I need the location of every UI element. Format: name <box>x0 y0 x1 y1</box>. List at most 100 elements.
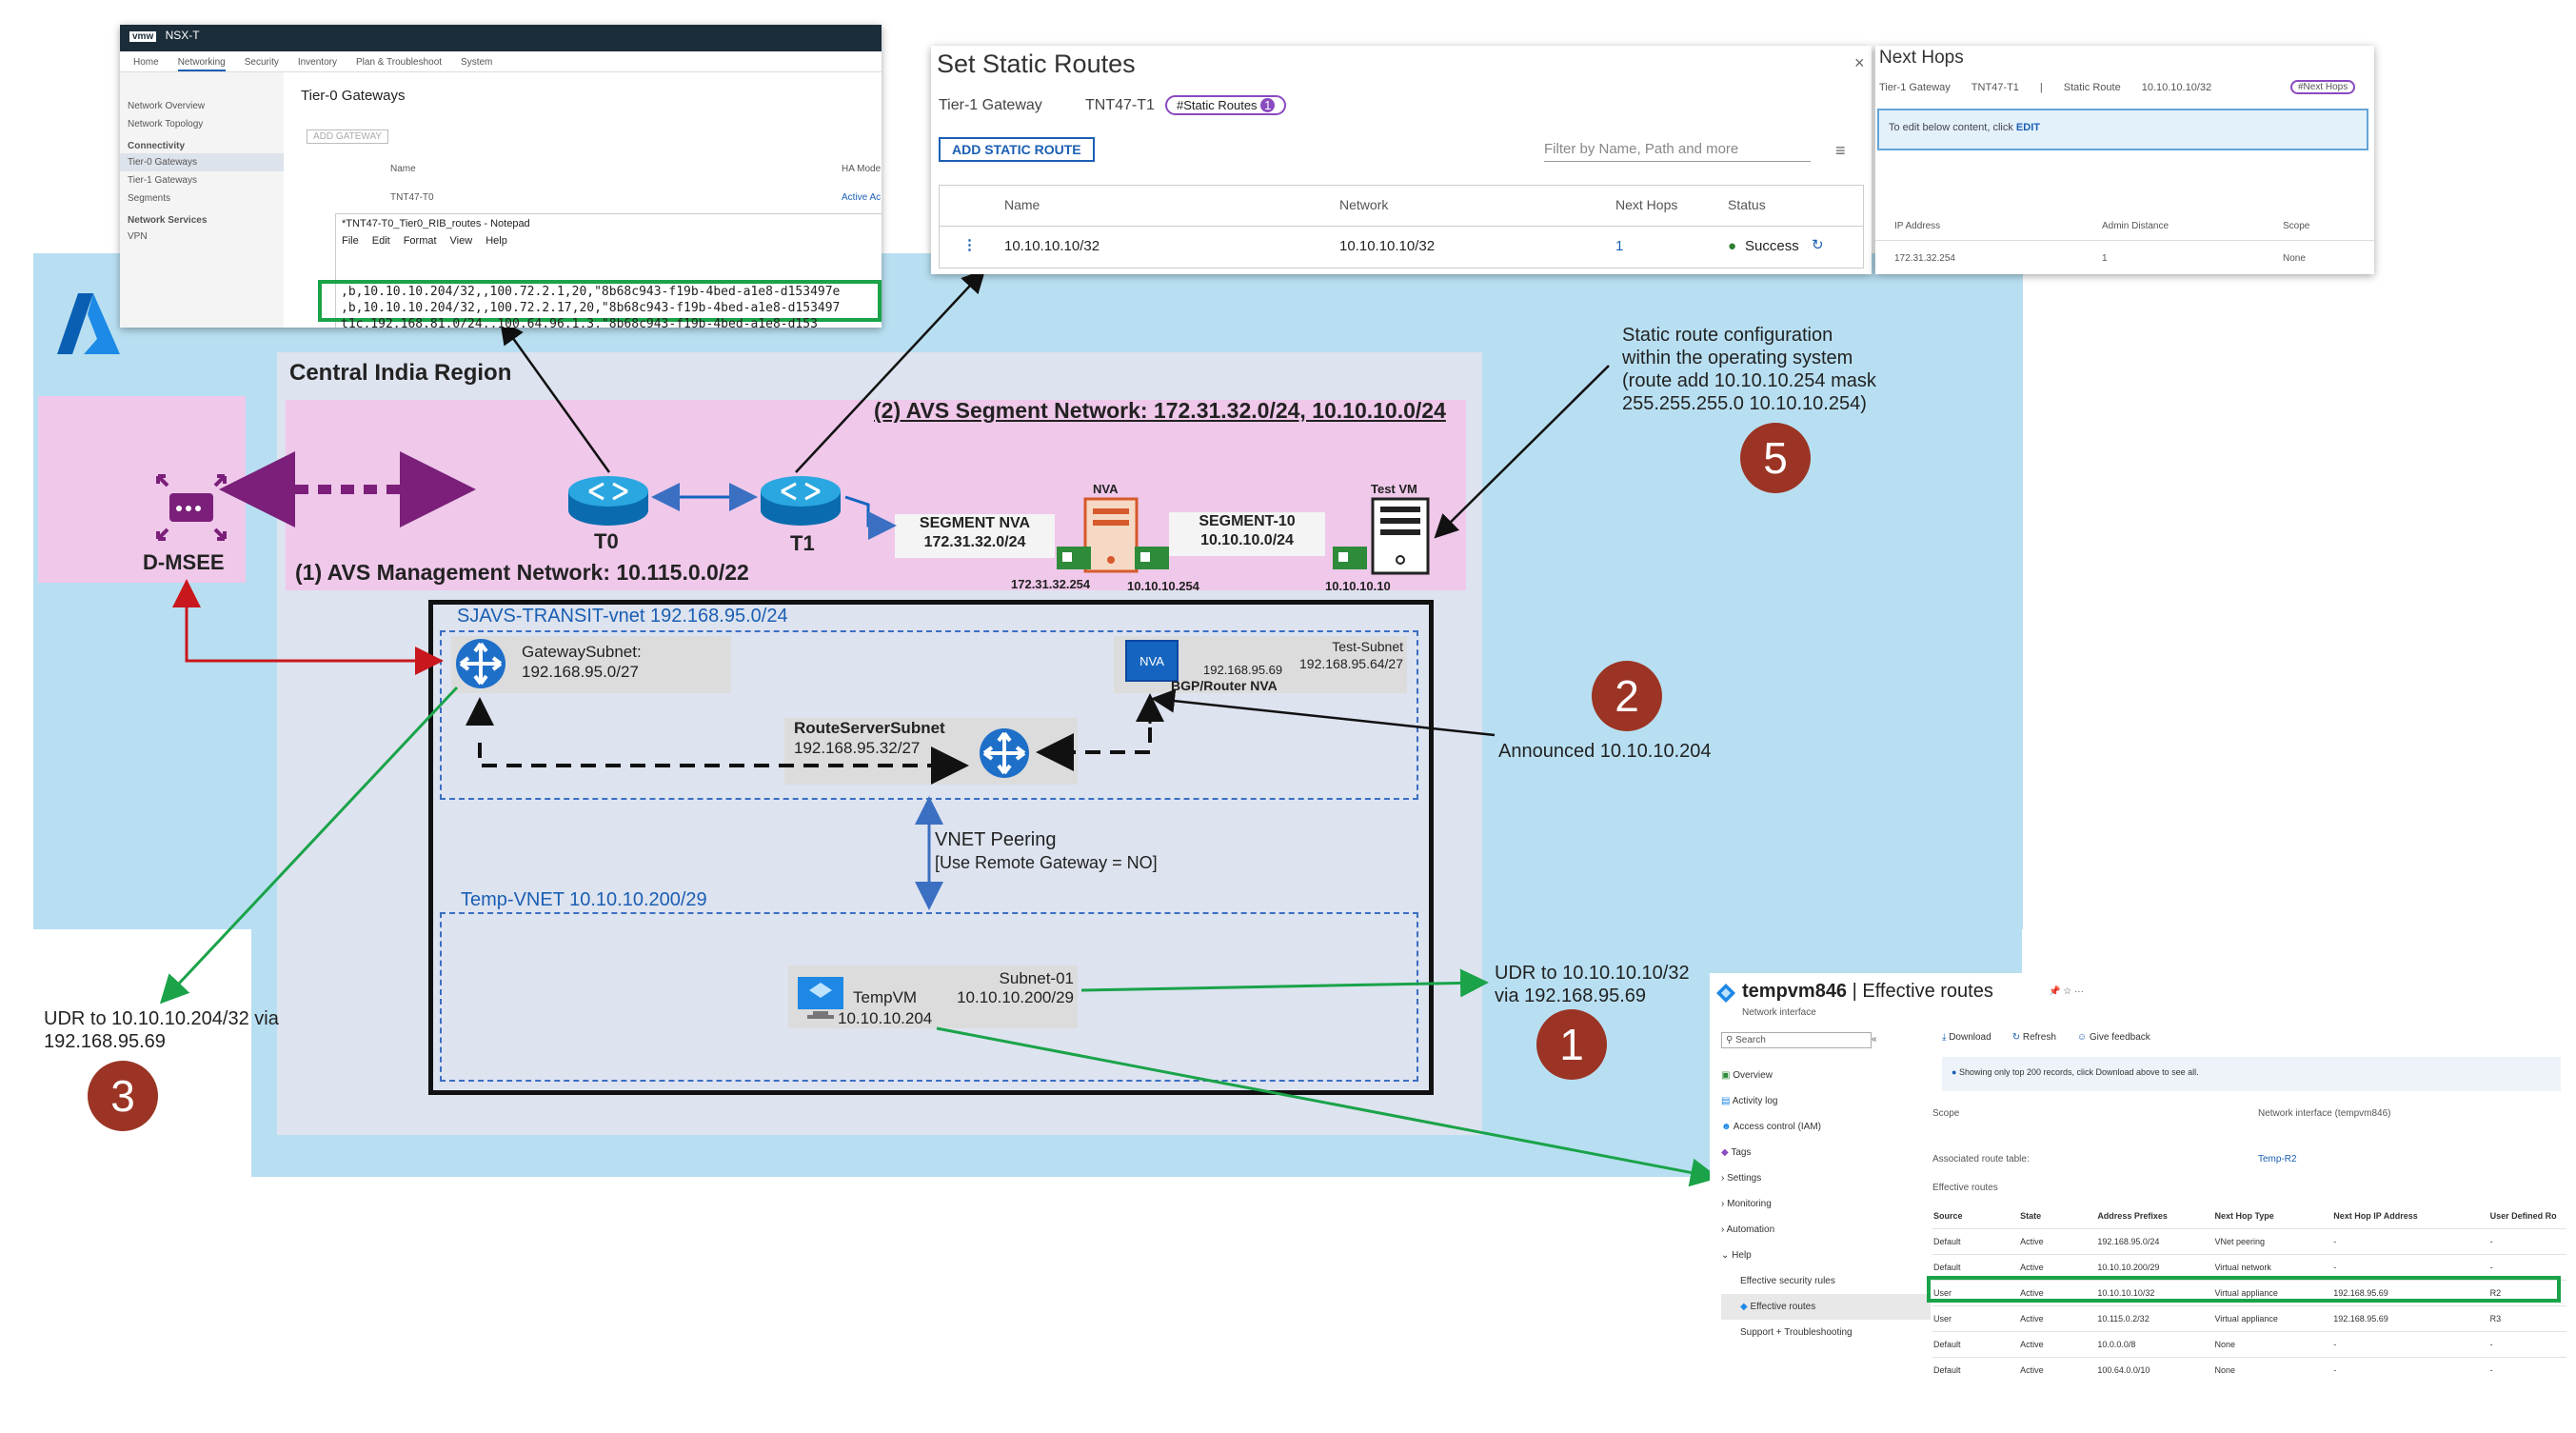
pin-icon[interactable]: 📌 ☆ ··· <box>2049 986 2084 997</box>
t1-label: T1 <box>790 531 815 555</box>
udr3-line2: 192.168.95.69 <box>44 1031 166 1052</box>
filter-input[interactable]: Filter by Name, Path and more <box>1544 137 1811 162</box>
table-cell: Default <box>1933 1365 1961 1376</box>
assoc-label: Associated route table: <box>1932 1154 2030 1164</box>
close-icon[interactable]: × <box>1854 53 1865 73</box>
nsx-brand: NSX-T <box>165 29 200 42</box>
effective-title-nic: tempvm846 <box>1742 981 1848 1002</box>
refresh-button[interactable]: ↻ Refresh <box>2012 1032 2056 1043</box>
table-cell: Default <box>1933 1237 1961 1246</box>
nh-bc-gateway-value: TNT47-T1 <box>1971 82 2019 93</box>
eff-col-prefix[interactable]: Address Prefixes <box>2096 1204 2213 1229</box>
col-status: Status <box>1728 197 1766 212</box>
assoc-value[interactable]: Temp-R2 <box>2258 1154 2297 1164</box>
table-cell: R3 <box>2489 1314 2502 1324</box>
table-row: Default Active 100.64.0.0/10 None - - <box>1932 1357 2566 1380</box>
nav-overview[interactable]: ▣ Overview <box>1721 1063 1931 1088</box>
nsx-nav-topology[interactable]: Network Topology <box>120 115 284 133</box>
ip-10-254: 10.10.10.254 <box>1127 579 1199 593</box>
notepad-menu-file[interactable]: File <box>342 235 359 247</box>
subnet01-name: Subnet-01 <box>999 969 1074 987</box>
segment-nva-box: SEGMENT NVA 172.31.32.0/24 <box>895 514 1055 558</box>
vnet-peering-note: [Use Remote Gateway = NO] <box>935 853 1158 872</box>
nva-vm-icon: NVA <box>1125 640 1179 682</box>
ip-172-254: 172.31.32.254 <box>1011 577 1091 591</box>
notepad-menu-edit[interactable]: Edit <box>372 235 390 247</box>
avs-segment-title: (2) AVS Segment Network: 172.31.32.0/24,… <box>874 398 1446 423</box>
table-cell: 192.168.95.0/24 <box>2097 1237 2160 1246</box>
effective-nav: ▣ Overview ▤ Activity log ☻ Access contr… <box>1721 1063 1931 1345</box>
nsx-nav-segments[interactable]: Segments <box>120 189 284 208</box>
table-cell: - <box>2333 1365 2337 1376</box>
refresh-icon[interactable]: ↻ <box>1812 236 1824 253</box>
tempvm-label: TempVM <box>853 988 917 1007</box>
nav-automation[interactable]: › Automation <box>1721 1217 1931 1243</box>
nh-edit-link[interactable]: EDIT <box>2016 122 2040 133</box>
nav-effective-routes[interactable]: ◆ Effective routes <box>1721 1294 1931 1320</box>
nsx-tab-security[interactable]: Security <box>245 57 279 71</box>
nav-activity-log[interactable]: ▤ Activity log <box>1721 1088 1931 1114</box>
eff-col-nhip[interactable]: Next Hop IP Address <box>2332 1204 2488 1229</box>
table-row: Default Active 192.168.95.0/24 VNet peering… <box>1932 1228 2566 1255</box>
add-static-route-button[interactable]: ADD STATIC ROUTE <box>939 137 1095 162</box>
nav-search-input[interactable]: ⚲ Search <box>1721 1032 1872 1048</box>
nsx-tab-inventory[interactable]: Inventory <box>298 57 337 71</box>
nsx-tab-networking[interactable]: Networking <box>177 57 226 71</box>
nav-iam-label: Access control (IAM) <box>1733 1122 1822 1132</box>
static-note-line4: 255.255.255.0 10.10.10.254) <box>1622 393 1867 414</box>
subnet01-cidr: 10.10.10.200/29 <box>957 988 1074 1006</box>
col-network: Network <box>1339 197 1389 212</box>
bgp-nva-label: BGP/Router NVA <box>1171 678 1278 693</box>
notepad-menu-format[interactable]: Format <box>404 235 437 247</box>
row-next-hops[interactable]: 1 <box>1615 238 1623 254</box>
static-note-line3: (route add 10.10.10.254 mask <box>1622 370 1876 391</box>
row-status: Success <box>1745 238 1799 254</box>
nsx-nav-connectivity: Connectivity <box>128 141 186 151</box>
notepad-menu-view[interactable]: View <box>450 235 473 247</box>
next-hops-dialog: Next Hops Tier-1 Gateway TNT47-T1 | Stat… <box>1875 46 2374 274</box>
nav-monitoring[interactable]: › Monitoring <box>1721 1191 1931 1217</box>
nav-iam[interactable]: ☻ Access control (IAM) <box>1721 1114 1931 1140</box>
nsx-add-gateway-button[interactable]: ADD GATEWAY <box>307 129 389 144</box>
nsx-tab-system[interactable]: System <box>461 57 492 71</box>
nsx-nav-tier0[interactable]: Tier-0 Gateways <box>120 153 284 171</box>
step-badge-5: 5 <box>1740 423 1811 493</box>
nav-routes-label: Effective routes <box>1750 1302 1816 1312</box>
table-cell: - <box>2333 1340 2337 1349</box>
next-hops-pill: #Next Hops <box>2290 80 2356 94</box>
eff-col-nhtype[interactable]: Next Hop Type <box>2213 1204 2332 1229</box>
nsx-tab-home[interactable]: Home <box>133 57 159 71</box>
nsx-col-name: Name <box>390 164 416 174</box>
nav-settings[interactable]: › Settings <box>1721 1165 1931 1191</box>
table-cell: None <box>2214 1365 2235 1376</box>
nav-help[interactable]: ⌄ Help <box>1721 1243 1931 1268</box>
row-menu-icon[interactable]: ⋮ <box>962 236 977 253</box>
nsx-sidebar: Network Overview Network Topology Connec… <box>120 72 284 328</box>
table-cell: 10.0.0.0/8 <box>2097 1340 2136 1349</box>
collapse-icon[interactable]: « <box>1872 1034 1877 1045</box>
notepad-menu-help[interactable]: Help <box>485 235 507 247</box>
nsx-nav-vpn[interactable]: VPN <box>120 228 284 246</box>
nsx-tab-plan[interactable]: Plan & Troubleshoot <box>356 57 442 71</box>
eff-col-udr[interactable]: User Defined Ro <box>2489 1204 2566 1229</box>
eff-col-source[interactable]: Source <box>1932 1204 2019 1229</box>
nsx-page-title: Tier-0 Gateways <box>301 88 406 104</box>
nsx-nav-services: Network Services <box>128 215 208 226</box>
nsx-row-name[interactable]: TNT47-T0 <box>390 192 434 203</box>
nsx-nav-overview[interactable]: Network Overview <box>120 97 284 115</box>
static-routes-gateway-label: Tier-1 Gateway <box>939 97 1042 113</box>
nav-support[interactable]: Support + Troubleshooting <box>1721 1320 1931 1345</box>
nsx-nav-tier1[interactable]: Tier-1 Gateways <box>120 171 284 189</box>
table-cell: - <box>2489 1340 2493 1349</box>
nav-security-rules[interactable]: Effective security rules <box>1721 1268 1931 1294</box>
filter-icon[interactable]: ≡ <box>1835 141 1846 161</box>
static-route-row[interactable]: ⋮ 10.10.10.10/32 10.10.10.10/32 1 ● Succ… <box>940 227 1863 267</box>
nav-search-placeholder: Search <box>1735 1035 1766 1045</box>
nav-tags[interactable]: ◆ Tags <box>1721 1140 1931 1165</box>
download-button[interactable]: ⤓ Download <box>1942 1032 1991 1043</box>
table-cell: Default <box>1933 1340 1961 1349</box>
feedback-button[interactable]: ☺ Give feedback <box>2077 1032 2150 1043</box>
nav-activity-label: Activity log <box>1732 1096 1778 1106</box>
eff-col-state[interactable]: State <box>2019 1204 2096 1229</box>
gateway-subnet-label: GatewaySubnet: 192.168.95.0/27 <box>522 642 642 682</box>
